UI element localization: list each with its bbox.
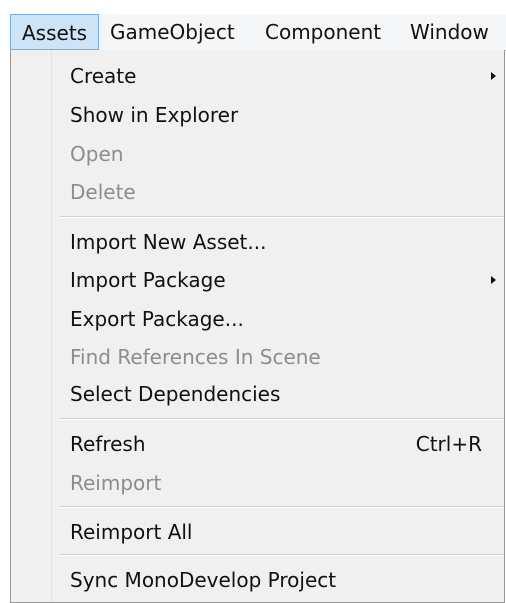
menu-item-select-dependencies[interactable]: Select Dependencies <box>52 376 504 412</box>
menu-window[interactable]: Window <box>410 14 489 50</box>
menu-item-open[interactable]: Open <box>52 136 504 172</box>
menu-component[interactable]: Component <box>265 14 381 50</box>
menu-item-label: Create <box>70 64 137 88</box>
menu-item-label: Find References In Scene <box>70 345 321 369</box>
menu-item-create[interactable]: Create <box>52 58 504 94</box>
submenu-arrow-icon <box>491 276 496 284</box>
menu-item-import-new-asset[interactable]: Import New Asset... <box>52 224 504 260</box>
menu-item-label: Export Package... <box>70 307 244 331</box>
menu-separator <box>59 418 504 420</box>
menu-icon-gutter <box>11 50 51 602</box>
menu-gameobject[interactable]: GameObject <box>110 14 235 50</box>
menu-item-label: Sync MonoDevelop Project <box>70 568 337 592</box>
menu-item-show-in-explorer[interactable]: Show in Explorer <box>52 97 504 133</box>
menu-item-label: Refresh <box>70 432 146 456</box>
menu-item-label: Show in Explorer <box>70 103 239 127</box>
menu-item-label: Delete <box>70 180 136 204</box>
menu-bar: Assets GameObject Component Window <box>10 14 506 51</box>
menu-item-label: Reimport <box>70 471 162 495</box>
menu-item-reimport[interactable]: Reimport <box>52 465 504 501</box>
menu-item-sync-monodevelop[interactable]: Sync MonoDevelop Project <box>52 562 504 598</box>
menu-item-import-package[interactable]: Import Package <box>52 262 504 298</box>
menu-item-label: Open <box>70 142 124 166</box>
menu-item-label: Select Dependencies <box>70 382 281 406</box>
menu-item-label: Import Package <box>70 268 226 292</box>
submenu-arrow-icon <box>491 72 496 80</box>
shortcut-label: Ctrl+R <box>415 432 482 456</box>
assets-dropdown-menu: Create Show in Explorer Open Delete Impo… <box>10 50 505 603</box>
menu-item-label: Import New Asset... <box>70 230 267 254</box>
menu-item-find-references[interactable]: Find References In Scene <box>52 339 504 375</box>
menu-item-delete[interactable]: Delete <box>52 174 504 210</box>
menu-separator <box>59 554 504 556</box>
menu-separator <box>59 216 504 218</box>
menu-item-refresh[interactable]: Refresh Ctrl+R <box>52 426 504 462</box>
menu-item-reimport-all[interactable]: Reimport All <box>52 514 504 550</box>
menu-item-label: Reimport All <box>70 520 193 544</box>
menu-separator <box>59 506 504 508</box>
menu-item-export-package[interactable]: Export Package... <box>52 301 504 337</box>
menu-assets[interactable]: Assets <box>10 14 99 50</box>
